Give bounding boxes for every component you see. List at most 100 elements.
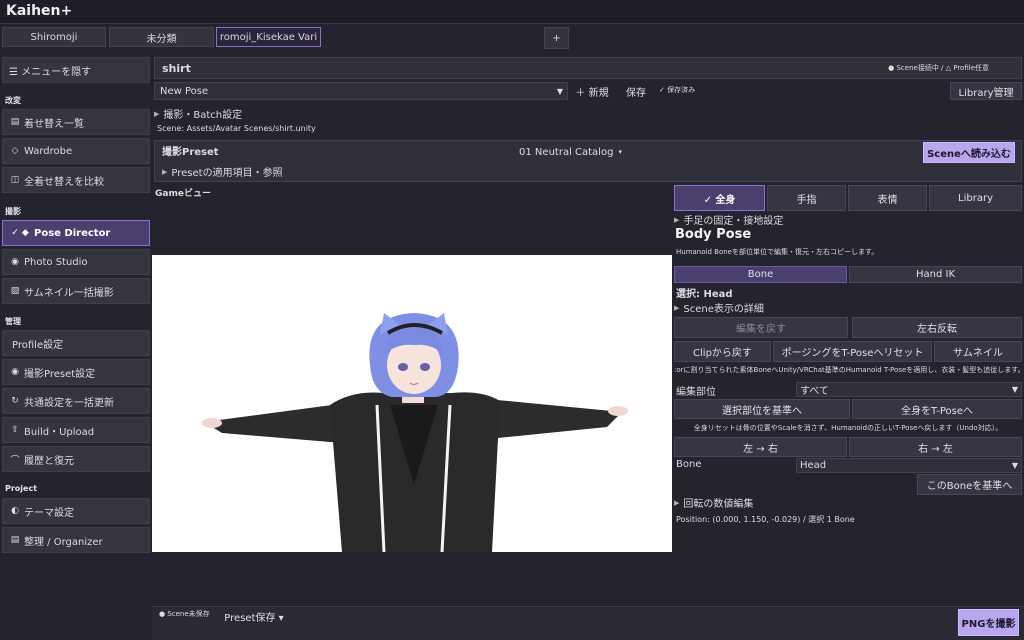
toggle-menu-button[interactable]: ☰ メニューを隠す (2, 57, 150, 83)
sidebar-item-pose-director[interactable]: ✓ ◆ Pose Director (2, 220, 150, 246)
avatar-left-hand (202, 418, 222, 428)
selected-to-base-button[interactable]: 選択部位を基準へ (674, 399, 850, 419)
mode-tab-fullbody[interactable]: ✓ 全身 (674, 185, 765, 211)
avatar-eye-left (398, 363, 408, 371)
game-view[interactable] (152, 255, 672, 552)
diamond-icon: ◇ (11, 146, 19, 156)
sidebar-item-history[interactable]: ⌒ 履歴と復元 (2, 446, 150, 472)
scene-unsaved-status: ● Scene未保存 (159, 610, 210, 618)
sidebar-item-label: 整理 / Organizer (24, 536, 103, 548)
panel-description: Humanoid Boneを部位単位で編集・復元・左右コピーします。 (676, 248, 879, 256)
batch-foldout-label: 撮影・Batch設定 (163, 110, 243, 120)
section-kanri: 管理 (5, 317, 21, 326)
sidebar-item-organizer[interactable]: ▤ 整理 / Organizer (2, 527, 150, 553)
dropdown-arrow-icon: ▼ (1011, 461, 1018, 470)
refresh-icon: ↻ (11, 396, 19, 406)
sidebar-item-label: 履歴と復元 (24, 455, 74, 467)
library-manage-button[interactable]: Library管理 (950, 82, 1022, 100)
toggle-menu-label: ☰ メニューを隠す (9, 66, 92, 78)
sidebar-item-theme[interactable]: ◐ テーマ設定 (2, 498, 150, 524)
edit-part-select[interactable]: すべて ▼ (796, 382, 1022, 397)
radio-icon: ◉ (11, 367, 19, 377)
edit-part-label: 編集部位 (676, 387, 716, 398)
add-tab-button[interactable]: + (544, 27, 569, 49)
sidebar-item-label: 共通設定を一括更新 (24, 397, 114, 409)
panel-title: Body Pose (675, 227, 752, 242)
title-bar: Kaihen+ (0, 0, 1024, 24)
tab-shiromoji[interactable]: Shiromoji (2, 27, 106, 47)
sidebar-item-wardrobe[interactable]: ◇ Wardrobe (2, 138, 150, 164)
batch-foldout[interactable]: ▶ 撮影・Batch設定 (154, 107, 243, 121)
sidebar-item-label: 着せ替え一覧 (24, 118, 84, 130)
edit-part-value: すべて (800, 386, 829, 397)
thumbnail-button[interactable]: サムネイル (934, 341, 1022, 362)
list-icon: ▤ (10, 117, 20, 127)
section-project: Project (5, 484, 38, 493)
tab-uncategorized[interactable]: 未分類 (109, 27, 214, 47)
mirror-button[interactable]: 左右反転 (852, 317, 1022, 338)
pose-select[interactable]: New Pose ▼ (154, 82, 568, 100)
reset-note: 全身リセットは骨の位置やScaleを消さず、Humanoidの正しいT-Pose… (693, 424, 1003, 432)
sidebar-item-preset-settings[interactable]: ◉ 撮影Preset設定 (2, 359, 150, 385)
app-window: Kaihen+ Shiromoji 未分類 romoji_Kisekae Var… (0, 0, 1024, 640)
image-icon: ▧ (10, 286, 20, 296)
preset-foldout-label: Presetの適用項目・参照 (171, 168, 283, 178)
outfit-header: shirt ● Scene接続中 / △ Profile任意 (154, 57, 1022, 79)
clip-restore-button[interactable]: Clipから戻す (674, 341, 771, 362)
new-pose-button[interactable]: ＋ 新規 (571, 82, 613, 100)
preset-label: 撮影Preset (162, 147, 219, 158)
organizer-icon: ▤ (10, 535, 20, 545)
foldout-arrow-icon: ▶ (162, 167, 168, 176)
subtab-hand-ik[interactable]: Hand IK (849, 266, 1022, 283)
sidebar-item-outfit-list[interactable]: ▤ 着せ替え一覧 (2, 109, 150, 135)
mode-tab-library[interactable]: Library (929, 185, 1022, 211)
foldout-arrow-icon: ▶ (674, 215, 680, 224)
sidebar-item-build-upload[interactable]: ⇧ Build・Upload (2, 417, 150, 443)
preset-foldout[interactable]: ▶ Presetの適用項目・参照 (162, 165, 283, 179)
preset-select[interactable]: 01 Neutral Catalog ▾ (222, 142, 919, 162)
reset-tpose-button[interactable]: ポージングをT-Poseへリセット (773, 341, 932, 362)
load-scene-button[interactable]: Sceneへ読み込む (923, 142, 1015, 163)
foldout-arrow-icon: ▶ (154, 109, 160, 118)
sidebar-item-label: サムネイル一括撮影 (24, 287, 114, 299)
bone-select[interactable]: Head ▼ (796, 458, 1022, 473)
sidebar-item-batch-thumbnail[interactable]: ▧ サムネイル一括撮影 (2, 278, 150, 304)
dropdown-arrow-icon: ▼ (1011, 385, 1018, 394)
history-icon: ⌒ (10, 455, 20, 466)
fix-foldout-label: 手足の固定・接地設定 (683, 216, 784, 226)
foldout-arrow-icon: ▶ (674, 303, 680, 312)
sidebar-item-bulk-update[interactable]: ↻ 共通設定を一括更新 (2, 388, 150, 414)
preset-save-dropdown[interactable]: Preset保存 ▾ (220, 607, 288, 625)
sidebar-item-label: 撮影Preset設定 (24, 368, 96, 380)
tab-kisekae-vari[interactable]: romoji_Kisekae Vari (216, 27, 321, 47)
sidebar-item-label: Pose Director (34, 227, 111, 239)
sidebar-item-photo-studio[interactable]: ◉ Photo Studio (2, 249, 150, 275)
capture-png-button[interactable]: PNGを撮影 (958, 609, 1019, 636)
sidebar: ☰ メニューを隠す 改変 ▤ 着せ替え一覧 ◇ Wardrobe ◫ 全着せ替えを比較… (0, 55, 152, 555)
copy-left-to-right-button[interactable]: 左 → 右 (674, 437, 847, 457)
mode-tab-fingers[interactable]: 手指 (767, 185, 846, 211)
full-tpose-button[interactable]: 全身をT-Poseへ (852, 399, 1022, 419)
preset-select-value: 01 Neutral Catalog (519, 146, 614, 158)
rotation-foldout[interactable]: ▶ 回転の数値編集 (674, 496, 753, 510)
scene-detail-label: Scene表示の詳細 (683, 304, 764, 314)
mode-tab-expression[interactable]: 表情 (848, 185, 927, 211)
sidebar-item-compare[interactable]: ◫ 全着せ替えを比較 (2, 167, 150, 193)
bone-select-value: Head (800, 460, 827, 471)
scene-detail-foldout[interactable]: ▶ Scene表示の詳細 (674, 301, 764, 315)
sidebar-item-label: 全着せ替えを比較 (24, 176, 104, 188)
undo-edit-button[interactable]: 編集を戻す (674, 317, 848, 338)
bone-to-base-button[interactable]: このBoneを基準へ (917, 474, 1022, 495)
sidebar-item-label: Build・Upload (24, 426, 95, 438)
copy-right-to-left-button[interactable]: 右 → 左 (849, 437, 1022, 457)
subtab-bone[interactable]: Bone (674, 266, 847, 283)
sidebar-item-label: Wardrobe (24, 145, 73, 157)
section-satsuei: 撮影 (5, 207, 21, 216)
sidebar-item-profile[interactable]: Profile設定 (2, 330, 150, 356)
upload-icon: ⇧ (11, 425, 19, 435)
saved-status: ✓ 保存済み (659, 86, 696, 94)
fix-foldout[interactable]: ▶ 手足の固定・接地設定 (674, 213, 784, 227)
avatar-right-hand (608, 406, 628, 416)
save-pose-button[interactable]: 保存 (617, 82, 655, 100)
scene-status: ● Scene接続中 / △ Profile任意 (888, 64, 989, 72)
